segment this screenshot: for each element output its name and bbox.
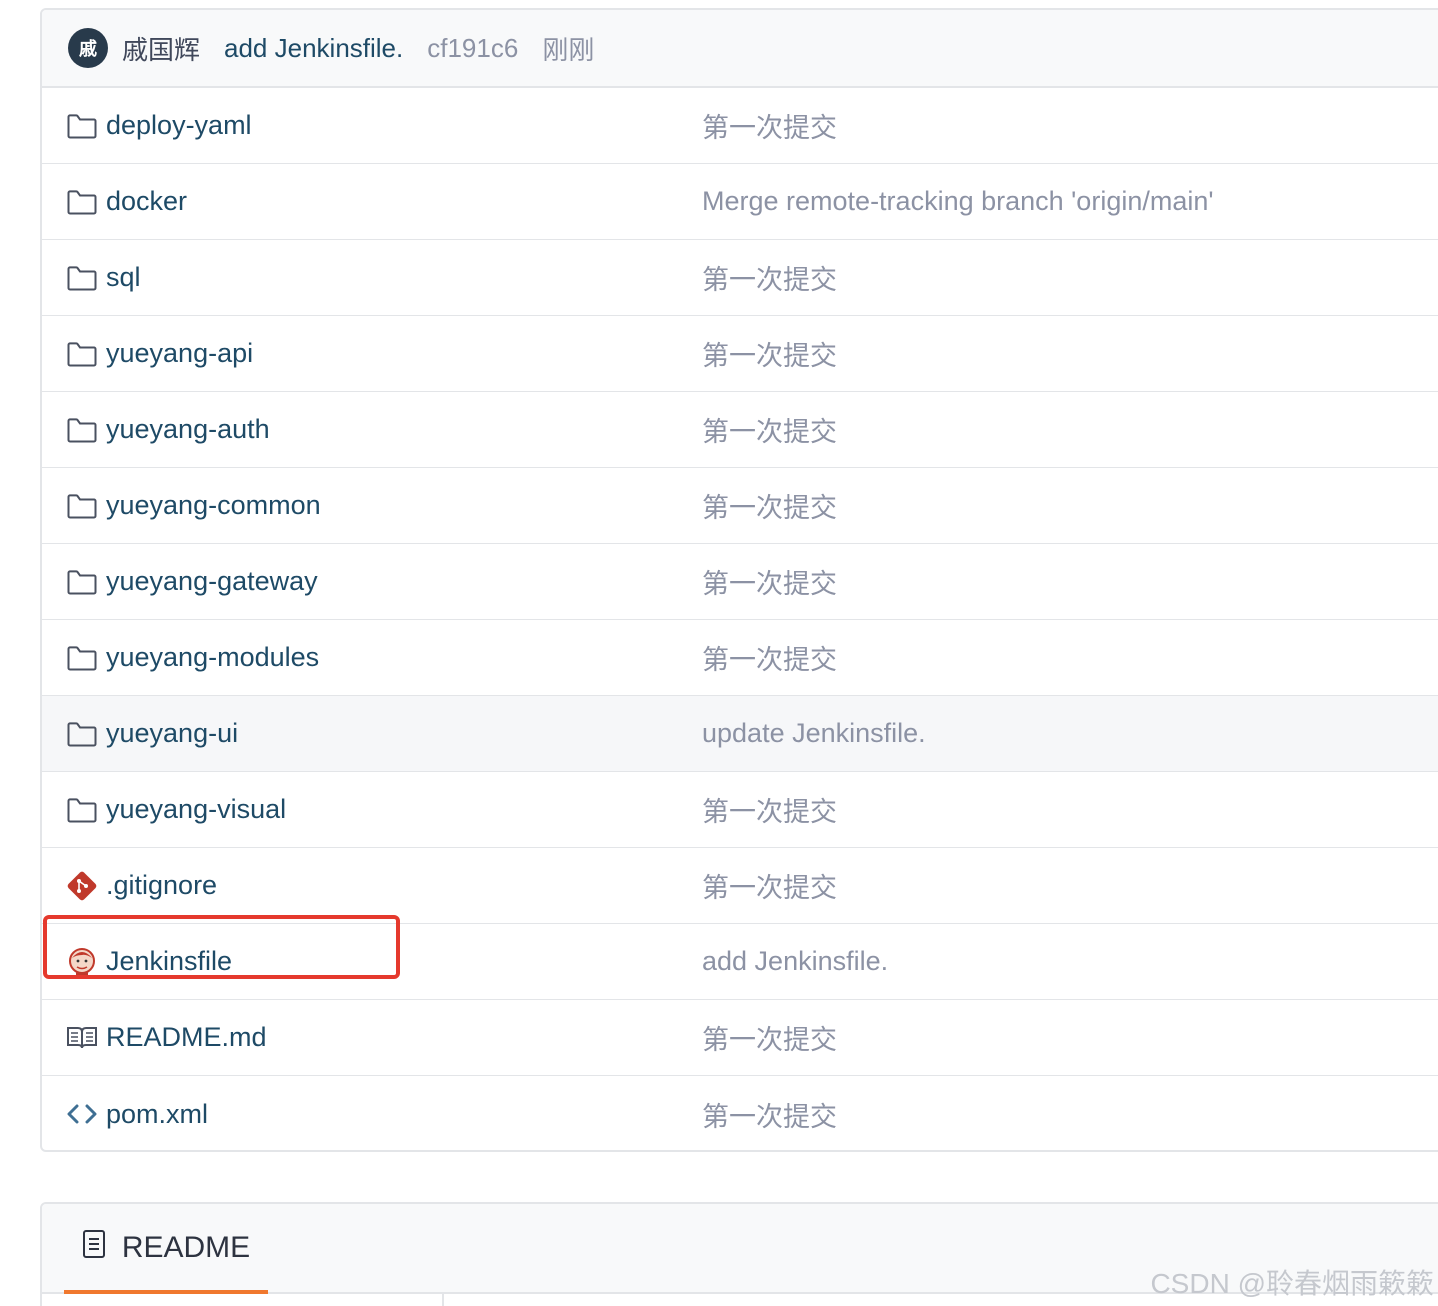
readme-tab-label: README (121, 1231, 251, 1264)
file-row[interactable]: Jenkinsfile add Jenkinsfile. (42, 924, 1438, 1000)
book-icon (66, 1022, 98, 1054)
code-icon (66, 1098, 98, 1130)
folder-icon (66, 110, 98, 142)
jenkins-icon (66, 946, 98, 978)
file-commit-message[interactable]: 第一次提交 (702, 790, 837, 829)
file-commit-message[interactable]: 第一次提交 (702, 410, 837, 449)
folder-icon (66, 718, 98, 750)
file-row[interactable]: docker Merge remote-tracking branch 'ori… (42, 164, 1438, 240)
latest-commit-bar: 戚 戚国辉 add Jenkinsfile. cf191c6 刚刚 (42, 10, 1438, 88)
file-row[interactable]: pom.xml 第一次提交 (42, 1076, 1438, 1150)
tab-readme[interactable]: README (64, 1204, 268, 1294)
folder-icon (66, 490, 98, 522)
file-name-link[interactable]: yueyang-common (106, 490, 321, 521)
file-commit-message[interactable]: Merge remote-tracking branch 'origin/mai… (702, 186, 1214, 217)
watermark: CSDN @聆春烟雨簌簌 (1150, 1268, 1434, 1299)
file-name-link[interactable]: pom.xml (106, 1099, 208, 1130)
folder-icon (66, 794, 98, 826)
file-commit-message[interactable]: 第一次提交 (702, 638, 837, 677)
commit-author[interactable]: 戚国辉 (122, 30, 200, 67)
file-list-panel: 戚 戚国辉 add Jenkinsfile. cf191c6 刚刚 deploy… (40, 8, 1438, 1152)
active-tab-underline (64, 1290, 268, 1294)
file-name-link[interactable]: sql (106, 262, 141, 293)
file-name-link[interactable]: yueyang-auth (106, 414, 270, 445)
file-row[interactable]: yueyang-ui update Jenkinsfile. (42, 696, 1438, 772)
file-name-link[interactable]: yueyang-ui (106, 718, 238, 749)
folder-icon (66, 642, 98, 674)
file-name-link[interactable]: .gitignore (106, 870, 217, 901)
file-row[interactable]: deploy-yaml 第一次提交 (42, 88, 1438, 164)
avatar[interactable]: 戚 (68, 28, 108, 68)
commit-time: 刚刚 (542, 34, 595, 65)
file-row[interactable]: yueyang-common 第一次提交 (42, 468, 1438, 544)
divider (442, 1294, 444, 1306)
folder-icon (66, 414, 98, 446)
file-commit-message[interactable]: 第一次提交 (702, 866, 837, 905)
file-name-link[interactable]: yueyang-api (106, 338, 253, 369)
commit-sha[interactable]: cf191c6 (427, 33, 518, 64)
file-row[interactable]: yueyang-visual 第一次提交 (42, 772, 1438, 848)
file-row[interactable]: .gitignore 第一次提交 (42, 848, 1438, 924)
document-icon (82, 1229, 106, 1267)
file-commit-message[interactable]: 第一次提交 (702, 1095, 837, 1134)
file-commit-message[interactable]: update Jenkinsfile. (702, 718, 926, 749)
file-commit-message[interactable]: 第一次提交 (702, 334, 837, 373)
file-commit-message[interactable]: 第一次提交 (702, 1018, 837, 1057)
folder-icon (66, 338, 98, 370)
file-name-link[interactable]: docker (106, 186, 187, 217)
file-name-link[interactable]: yueyang-modules (106, 642, 319, 673)
file-commit-message[interactable]: 第一次提交 (702, 486, 837, 525)
file-name-link[interactable]: Jenkinsfile (106, 946, 232, 977)
file-row[interactable]: sql 第一次提交 (42, 240, 1438, 316)
file-commit-message[interactable]: add Jenkinsfile. (702, 946, 888, 977)
commit-message[interactable]: add Jenkinsfile. (224, 33, 403, 64)
file-row[interactable]: yueyang-auth 第一次提交 (42, 392, 1438, 468)
file-name-link[interactable]: deploy-yaml (106, 110, 252, 141)
file-row[interactable]: yueyang-api 第一次提交 (42, 316, 1438, 392)
folder-icon (66, 186, 98, 218)
file-row[interactable]: yueyang-gateway 第一次提交 (42, 544, 1438, 620)
git-icon (66, 870, 98, 902)
repo-page: 戚 戚国辉 add Jenkinsfile. cf191c6 刚刚 deploy… (0, 0, 1438, 1306)
file-commit-message[interactable]: 第一次提交 (702, 258, 837, 297)
file-name-link[interactable]: yueyang-gateway (106, 566, 318, 597)
file-row[interactable]: README.md 第一次提交 (42, 1000, 1438, 1076)
file-name-link[interactable]: yueyang-visual (106, 794, 286, 825)
folder-icon (66, 566, 98, 598)
file-commit-message[interactable]: 第一次提交 (702, 106, 837, 145)
file-row[interactable]: yueyang-modules 第一次提交 (42, 620, 1438, 696)
file-commit-message[interactable]: 第一次提交 (702, 562, 837, 601)
file-name-link[interactable]: README.md (106, 1022, 267, 1053)
folder-icon (66, 262, 98, 294)
